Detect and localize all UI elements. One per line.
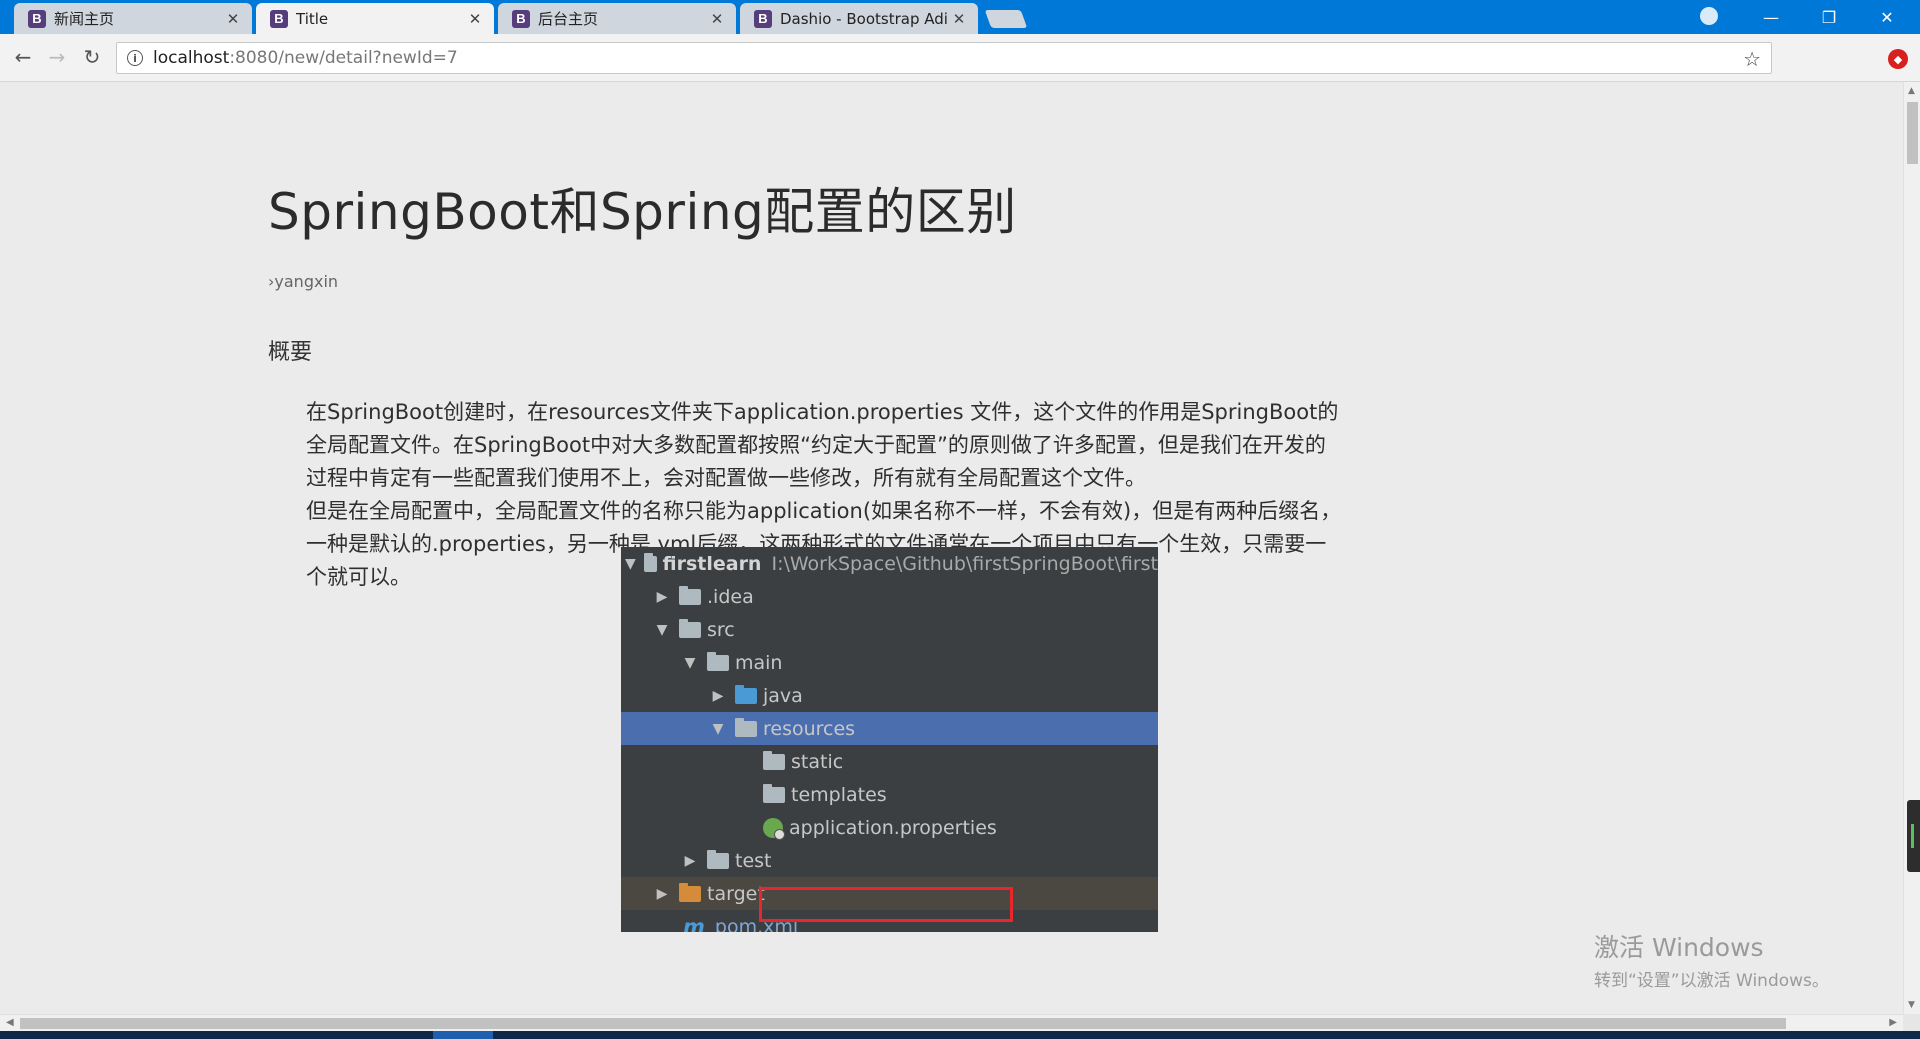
tree-label: application.properties (789, 816, 997, 839)
browser-toolbar: ← → ↻ i localhost:8080/new/detail?newId=… (0, 34, 1920, 82)
article-title: SpringBoot和Spring配置的区别 (268, 183, 1017, 241)
tab-label: Title (296, 9, 329, 28)
caret-right-icon: ▶ (712, 687, 724, 704)
section-heading: 概要 (268, 340, 313, 365)
restore-button[interactable]: ❐ (1800, 0, 1858, 34)
tree-row-test: ▶ test (621, 844, 1158, 877)
back-arrow-icon[interactable]: ← (10, 44, 36, 70)
address-bar[interactable]: i localhost:8080/new/detail?newId=7 ☆ (116, 42, 1772, 74)
bootstrap-favicon-icon: B (512, 9, 530, 28)
tab-label: Dashio - Bootstrap Adi (780, 9, 948, 28)
tree-row-src: ▼ src (621, 613, 1158, 646)
caret-down-icon: ▼ (684, 654, 696, 671)
bootstrap-favicon-icon: B (754, 9, 772, 28)
vertical-scroll-thumb[interactable] (1907, 102, 1918, 164)
scroll-left-icon[interactable]: ◀ (6, 1017, 14, 1028)
module-folder-icon (643, 552, 657, 572)
bootstrap-favicon-icon: B (28, 9, 46, 28)
tab-label: 后台主页 (538, 10, 599, 28)
new-tab-button[interactable] (984, 10, 1028, 28)
vertical-scrollbar[interactable]: ▲ ▼ (1903, 82, 1920, 1014)
tree-label: templates (791, 783, 887, 806)
caret-right-icon: ▶ (656, 588, 668, 605)
watermark-line2: 转到“设置”以激活 Windows。 (1594, 971, 1829, 991)
close-icon[interactable]: ✕ (950, 10, 968, 28)
address-path: :8080/new/detail?newId=7 (229, 48, 458, 68)
active-taskbar-item[interactable] (433, 1031, 493, 1039)
tree-label: main (735, 651, 783, 674)
taskbar (0, 1031, 1920, 1039)
tab-title[interactable]: B Title ✕ (256, 3, 494, 34)
folder-icon (679, 618, 701, 638)
article-author: ›yangxin (268, 272, 339, 291)
scroll-down-icon[interactable]: ▼ (1908, 1000, 1915, 1010)
close-window-button[interactable]: ✕ (1858, 0, 1916, 34)
tree-path: I:\WorkSpace\Github\firstSpringBoot\firs… (771, 552, 1158, 575)
caret-right-icon: ▶ (656, 885, 668, 902)
excluded-folder-icon (679, 882, 701, 902)
tree-row-root: ▼ firstlearn I:\WorkSpace\Github\firstSp… (621, 547, 1158, 580)
maven-icon: m (683, 914, 705, 933)
tree-label: static (791, 750, 844, 773)
folder-icon (707, 849, 729, 869)
title-bar: B 新闻主页 ✕ B Title ✕ B 后台主页 ✕ B Dashio - B… (0, 0, 1920, 34)
address-host: localhost (153, 48, 230, 68)
info-icon[interactable]: i (127, 50, 143, 66)
tab-dashio[interactable]: B Dashio - Bootstrap Adi ✕ (740, 3, 978, 34)
scroll-right-icon[interactable]: ▶ (1889, 1017, 1897, 1028)
tree-label: java (763, 684, 803, 707)
caret-down-icon: ▼ (712, 720, 724, 737)
tree-label: test (735, 849, 772, 872)
close-icon[interactable]: ✕ (708, 10, 726, 28)
red-highlight-box (759, 887, 1013, 922)
watermark-line1: 激活 Windows (1594, 933, 1764, 962)
folder-icon (763, 783, 785, 803)
tree-label: .idea (707, 585, 754, 608)
windows-activation-watermark: 激活 Windows 转到“设置”以激活 Windows。 (1594, 928, 1829, 991)
tab-admin-home[interactable]: B 后台主页 ✕ (498, 3, 736, 34)
bookmark-star-icon[interactable]: ☆ (1743, 47, 1761, 71)
tab-news-home[interactable]: B 新闻主页 ✕ (14, 3, 252, 34)
tab-label: 新闻主页 (54, 10, 115, 28)
tree-label: firstlearn (662, 552, 762, 575)
close-icon[interactable]: ✕ (224, 10, 242, 28)
side-panel-handle[interactable] (1907, 800, 1920, 872)
tree-row-resources: ▼ resources (621, 712, 1158, 745)
paragraph: 在SpringBoot创建时，在resources文件夹下application… (306, 400, 1339, 490)
tree-row-java: ▶ java (621, 679, 1158, 712)
reload-icon[interactable]: ↻ (79, 44, 105, 70)
ide-project-tree-image: ▼ firstlearn I:\WorkSpace\Github\firstSp… (621, 547, 1158, 932)
horizontal-scrollbar[interactable]: ◀ ▶ (0, 1014, 1903, 1031)
caret-down-icon: ▼ (625, 555, 636, 572)
caret-right-icon: ▶ (684, 852, 696, 869)
folder-icon (679, 585, 701, 605)
extension-icon[interactable]: ◆ (1888, 49, 1908, 69)
profile-icon[interactable] (1700, 7, 1718, 25)
folder-icon (707, 651, 729, 671)
close-icon[interactable]: ✕ (466, 10, 484, 28)
tree-label: resources (763, 717, 856, 740)
tree-row-application-properties: application.properties (621, 811, 1158, 844)
tree-label: target (707, 882, 765, 905)
folder-icon (763, 750, 785, 770)
scrollbar-corner (1903, 1014, 1920, 1031)
bootstrap-favicon-icon: B (270, 9, 288, 28)
tree-row-main: ▼ main (621, 646, 1158, 679)
caret-down-icon: ▼ (656, 621, 668, 638)
spring-properties-icon (763, 817, 785, 840)
resources-folder-icon (735, 717, 757, 737)
tree-label: src (707, 618, 735, 641)
source-folder-icon (735, 684, 757, 704)
forward-arrow-icon[interactable]: → (44, 44, 70, 70)
tree-row-templates: templates (621, 778, 1158, 811)
tree-row-idea: ▶ .idea (621, 580, 1158, 613)
tree-row-static: static (621, 745, 1158, 778)
minimize-button[interactable]: — (1742, 0, 1800, 34)
scroll-up-icon[interactable]: ▲ (1908, 86, 1915, 96)
horizontal-scroll-thumb[interactable] (20, 1018, 1786, 1029)
